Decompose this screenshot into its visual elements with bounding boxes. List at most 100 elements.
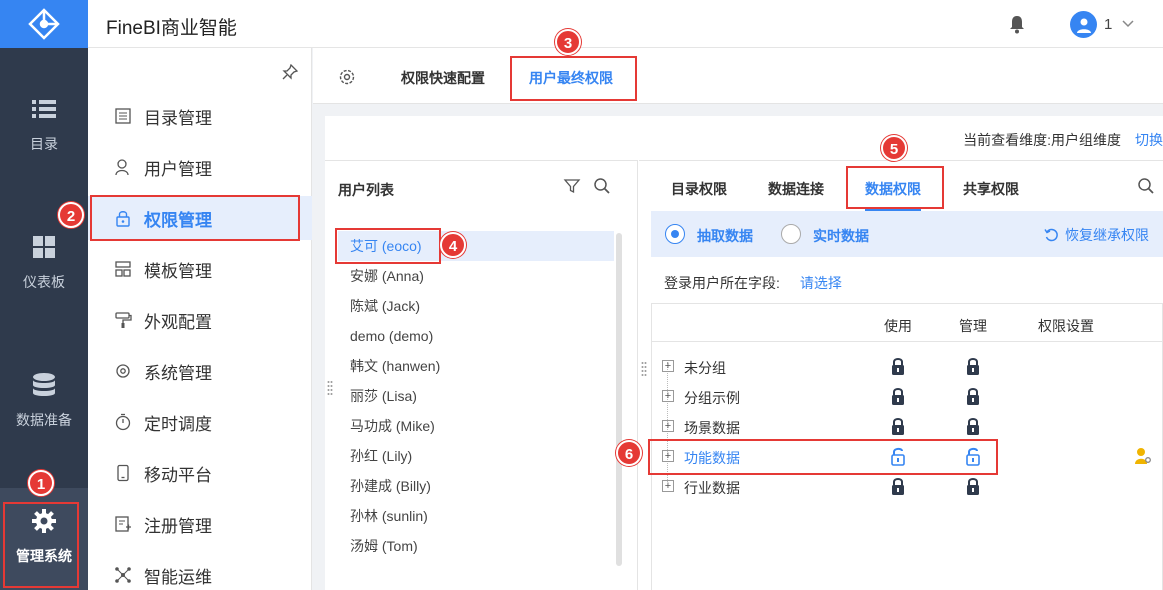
lock-icon[interactable] [965, 356, 981, 376]
list-item[interactable]: 孙红 (Lily) [338, 441, 614, 471]
callout-box-4 [335, 228, 441, 264]
user-icon [115, 159, 129, 176]
scrollbar[interactable] [616, 233, 622, 566]
callout-box-6 [648, 439, 998, 475]
realtime-label[interactable]: 实时数据 [813, 226, 869, 246]
bell-icon[interactable] [1008, 14, 1026, 34]
database-icon [33, 373, 55, 396]
drag-handle-icon[interactable] [641, 361, 647, 377]
sidebar-item-users[interactable]: 用户管理 [88, 145, 312, 189]
nav-item-data-prep[interactable]: 数据准备 [0, 372, 88, 430]
sidebar-item-label: 用户管理 [144, 159, 212, 179]
search-icon[interactable] [1137, 177, 1155, 195]
timer-icon [115, 413, 131, 431]
list-item[interactable]: 汤姆 (Tom) [338, 531, 614, 561]
settings-icon [116, 364, 130, 378]
sidebar-item-appearance[interactable]: 外观配置 [88, 298, 312, 342]
login-field-label: 登录用户所在字段: [664, 275, 780, 291]
header-use: 使用 [884, 318, 912, 334]
callout-badge-6: 6 [616, 440, 642, 466]
list-item[interactable]: 马功成 (Mike) [338, 411, 614, 441]
user-avatar-icon [1076, 18, 1091, 33]
search-icon[interactable] [593, 177, 611, 195]
mode-bar: 抽取数据 实时数据 恢复继承权限 [651, 211, 1163, 257]
lock-icon[interactable] [890, 386, 906, 406]
header-manage: 管理 [959, 318, 987, 334]
expand-icon[interactable]: + [662, 480, 674, 492]
nav-label: 数据准备 [16, 412, 72, 428]
row-name: 未分组 [684, 360, 726, 376]
realtime-radio[interactable] [781, 224, 801, 244]
nav-item-dashboard[interactable]: 仪表板 [0, 234, 88, 292]
user-list-title: 用户列表 [338, 182, 394, 198]
restore-label: 恢复继承权限 [1065, 227, 1149, 243]
list-item[interactable]: 孙林 (sunlin) [338, 501, 614, 531]
avatar[interactable] [1070, 11, 1097, 38]
callout-badge-1: 1 [28, 470, 54, 496]
sidebar-item-catalog[interactable]: 目录管理 [88, 94, 312, 138]
sidebar-item-system[interactable]: 系统管理 [88, 349, 312, 393]
sidebar-item-ops[interactable]: 智能运维 [88, 553, 312, 590]
lock-icon[interactable] [890, 416, 906, 436]
tab-catalog-permission[interactable]: 目录权限 [671, 179, 727, 199]
expand-icon[interactable]: + [662, 420, 674, 432]
tab-quick-config[interactable]: 权限快速配置 [401, 68, 485, 88]
restore-inherit-button[interactable]: 恢复继承权限 [1044, 225, 1149, 245]
list-item[interactable]: 安娜 (Anna) [338, 261, 614, 291]
expand-icon[interactable]: + [662, 360, 674, 372]
lock-icon[interactable] [890, 356, 906, 376]
sidebar-item-templates[interactable]: 模板管理 [88, 247, 312, 291]
sidebar-item-label: 移动平台 [144, 465, 212, 485]
pin-icon[interactable] [282, 64, 298, 80]
sidebar-item-label: 注册管理 [144, 516, 212, 536]
sidebar-item-label: 智能运维 [144, 567, 212, 587]
register-icon [115, 516, 131, 532]
drag-handle-icon[interactable] [327, 380, 333, 396]
sidebar-item-label: 目录管理 [144, 108, 212, 128]
sidebar-item-schedule[interactable]: 定时调度 [88, 400, 312, 444]
row-name: 场景数据 [684, 420, 740, 436]
switch-link[interactable]: 切换 [1135, 132, 1163, 148]
app-title: FineBI商业智能 [106, 18, 237, 39]
admin-sidebar: 目录管理 用户管理 权限管理 模板管理 外观配置 系统管理 定时调度 移动平台 … [88, 48, 312, 590]
sidebar-item-label: 模板管理 [144, 261, 212, 281]
user-list-panel: 用户列表 艾可 (eoco) 安娜 (Anna) 陈斌 (Jack) demo … [325, 160, 638, 590]
nav-item-catalog[interactable]: 目录 [0, 96, 88, 154]
list-item[interactable]: 丽莎 (Lisa) [338, 381, 614, 411]
sidebar-item-label: 系统管理 [144, 363, 212, 383]
sidebar-item-label: 定时调度 [144, 414, 212, 434]
callout-box-1 [3, 502, 79, 588]
extract-label[interactable]: 抽取数据 [697, 226, 753, 246]
catalog-icon [115, 108, 131, 124]
tab-data-connection[interactable]: 数据连接 [768, 179, 824, 199]
filter-icon[interactable] [563, 177, 581, 195]
lock-icon[interactable] [965, 476, 981, 496]
main-content: 权限快速配置 用户最终权限 当前查看维度:用户组维度 切换 用户列表 艾可 (eo… [313, 48, 1163, 590]
list-icon [32, 100, 56, 118]
lock-icon[interactable] [890, 476, 906, 496]
select-field-link[interactable]: 请选择 [800, 275, 842, 291]
lock-icon[interactable] [965, 416, 981, 436]
list-item[interactable]: demo (demo) [338, 321, 614, 351]
list-item[interactable]: 陈斌 (Jack) [338, 291, 614, 321]
callout-badge-2: 2 [58, 202, 84, 228]
permission-panel: 当前查看维度:用户组维度 切换 用户列表 艾可 (eoco) 安娜 (Anna) … [325, 116, 1163, 590]
list-item[interactable]: 孙建成 (Billy) [338, 471, 614, 501]
logo[interactable] [0, 0, 88, 48]
sidebar-item-label: 外观配置 [144, 312, 212, 332]
tab-share-permission[interactable]: 共享权限 [963, 179, 1019, 199]
user-key-icon[interactable] [1134, 447, 1152, 465]
nav-label: 目录 [30, 136, 58, 152]
expand-icon[interactable]: + [662, 390, 674, 402]
lock-icon[interactable] [965, 386, 981, 406]
user-name[interactable]: 1 [1104, 16, 1112, 33]
extract-radio[interactable] [665, 224, 685, 244]
chevron-down-icon[interactable] [1121, 16, 1135, 30]
sidebar-item-mobile[interactable]: 移动平台 [88, 451, 312, 495]
list-item[interactable]: 韩文 (hanwen) [338, 351, 614, 381]
settings-icon[interactable] [338, 68, 356, 86]
callout-box-2 [90, 195, 300, 241]
sidebar-item-register[interactable]: 注册管理 [88, 502, 312, 546]
mobile-icon [117, 464, 129, 482]
table-header: 使用 管理 权限设置 [652, 304, 1162, 342]
